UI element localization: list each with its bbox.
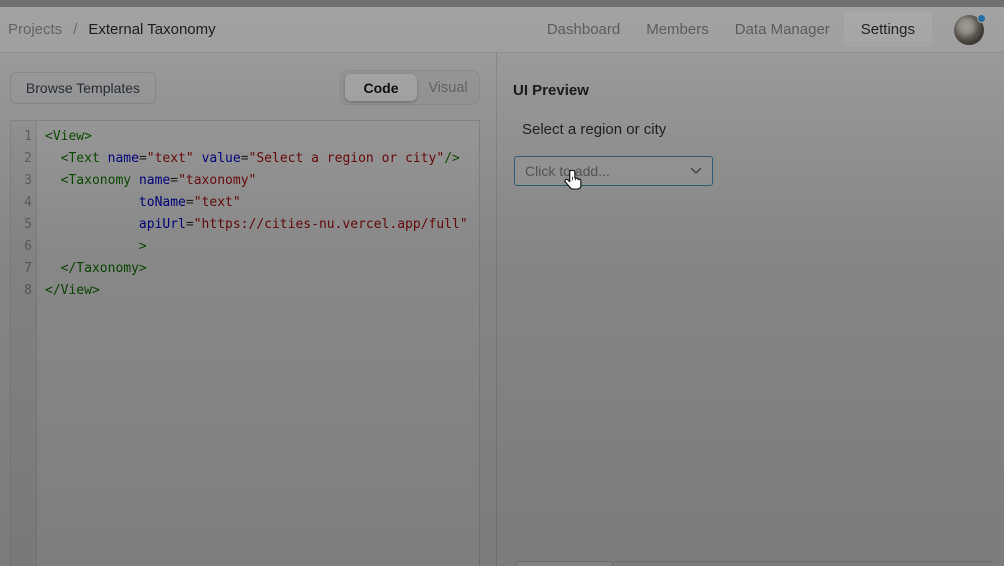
line-number: 6 — [11, 236, 32, 258]
dropdown-placeholder: Click to add... — [525, 163, 610, 179]
line-number: 7 — [11, 258, 32, 280]
header: Projects / External Taxonomy Dashboard M… — [0, 7, 1004, 53]
code-visual-toggle: Code Visual — [340, 70, 480, 105]
ui-preview-panel: UI Preview Select a region or city Click… — [497, 53, 1004, 566]
preview-prompt-text: Select a region or city — [522, 121, 666, 138]
nav-item-data-manager[interactable]: Data Manager — [735, 21, 830, 38]
line-number: 1 — [11, 126, 32, 148]
notification-dot — [977, 14, 986, 23]
chevron-down-icon — [690, 167, 702, 175]
user-menu[interactable] — [954, 15, 984, 45]
line-number: 3 — [11, 170, 32, 192]
code-editor[interactable]: 12345678 <View> <Text name="text" value=… — [10, 120, 480, 566]
bottom-section-line — [614, 561, 992, 562]
taxonomy-dropdown[interactable]: Click to add... — [514, 156, 713, 186]
code-line[interactable]: </View> — [45, 280, 479, 302]
line-number: 8 — [11, 280, 32, 302]
breadcrumb: Projects / External Taxonomy — [8, 21, 216, 38]
code-line[interactable]: <Taxonomy name="taxonomy" — [45, 170, 479, 192]
line-number: 5 — [11, 214, 32, 236]
bottom-section-edge — [515, 561, 614, 566]
line-number: 4 — [11, 192, 32, 214]
nav-item-dashboard[interactable]: Dashboard — [547, 21, 620, 38]
code-editor-gutter: 12345678 — [11, 121, 37, 566]
line-number: 2 — [11, 148, 32, 170]
code-line[interactable]: <Text name="text" value="Select a region… — [45, 148, 479, 170]
header-nav: Dashboard Members Data Manager Settings — [521, 12, 984, 47]
code-line[interactable]: toName="text" — [45, 192, 479, 214]
breadcrumb-current-project: External Taxonomy — [88, 21, 215, 38]
code-line[interactable]: apiUrl="https://cities-nu.vercel.app/ful… — [45, 214, 479, 236]
toggle-visual-tab[interactable]: Visual — [417, 80, 479, 96]
breadcrumb-projects-link[interactable]: Projects — [8, 21, 62, 38]
code-line[interactable]: </Taxonomy> — [45, 258, 479, 280]
code-line[interactable]: <View> — [45, 126, 479, 148]
nav-item-settings[interactable]: Settings — [844, 12, 932, 47]
toggle-code-tab[interactable]: Code — [345, 74, 417, 101]
ui-preview-title: UI Preview — [513, 82, 589, 99]
code-line[interactable]: > — [45, 236, 479, 258]
breadcrumb-separator: / — [73, 21, 77, 38]
top-strip — [0, 0, 1004, 7]
nav-item-members[interactable]: Members — [646, 21, 709, 38]
browse-templates-button[interactable]: Browse Templates — [10, 72, 156, 104]
code-editor-lines[interactable]: <View> <Text name="text" value="Select a… — [37, 121, 479, 566]
